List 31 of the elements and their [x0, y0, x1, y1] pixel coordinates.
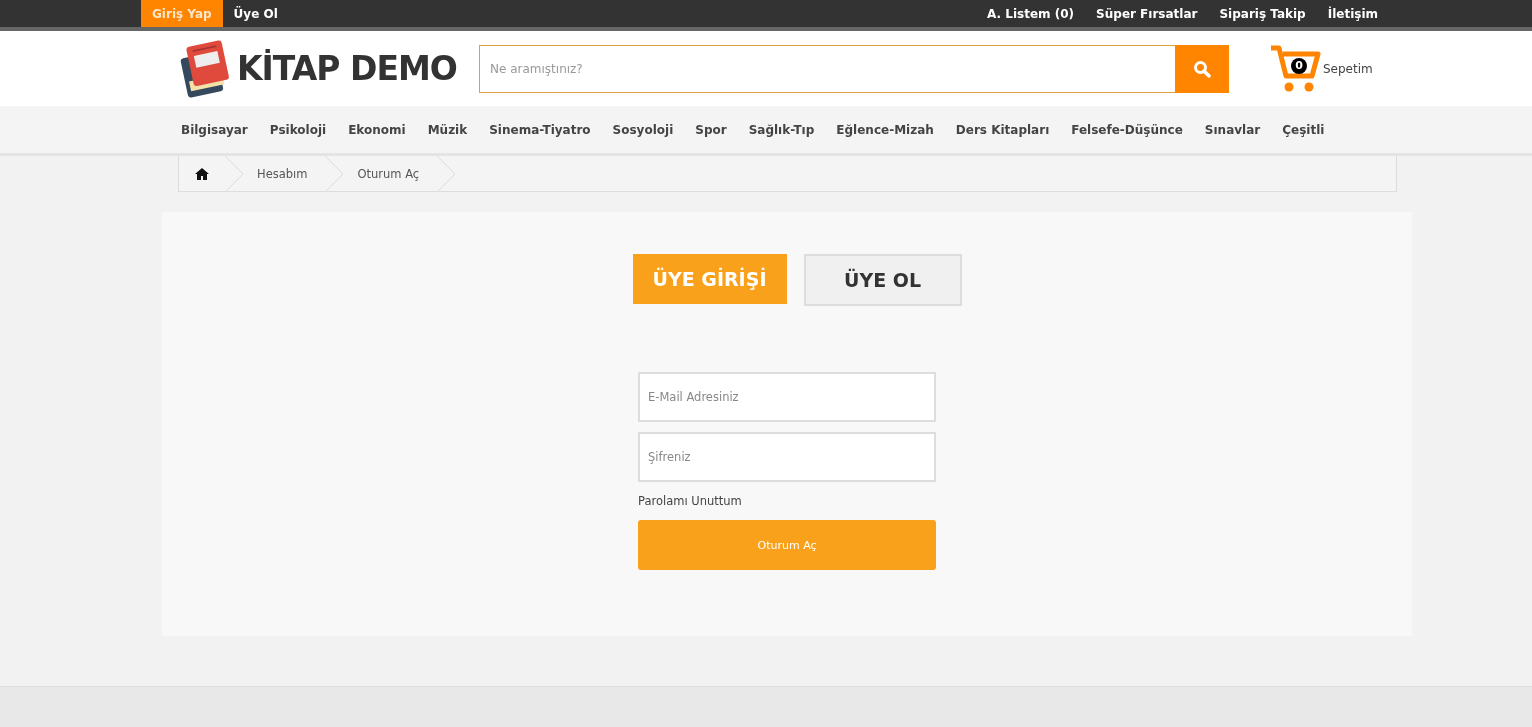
category-link[interactable]: Sağlık-Tıp [748, 122, 815, 137]
logo-text: KİTAP DEMO [237, 49, 457, 88]
category-link[interactable]: Spor [695, 122, 727, 137]
category-link[interactable]: Ekonomi [348, 122, 406, 137]
category-link[interactable]: Bilgisayar [181, 122, 248, 137]
category-link[interactable]: Sınavlar [1204, 122, 1261, 137]
search-field[interactable]: Ne aramıştınız? [479, 44, 1175, 93]
category-link[interactable]: Sosyoloji [612, 122, 674, 137]
password-field[interactable]: Şifreniz [638, 432, 936, 482]
cart-icon [1269, 43, 1321, 94]
top-link[interactable]: İletişim [1316, 0, 1389, 27]
breadcrumb-link[interactable]: Oturum Aç [325, 156, 438, 191]
category-link[interactable]: Psikoloji [269, 122, 327, 137]
breadcrumb-link[interactable]: Hesabım [225, 156, 326, 191]
top-link[interactable]: Süper Fırsatlar [1085, 0, 1209, 27]
forgot-password-link[interactable]: Parolamı Unuttum [638, 494, 936, 508]
form-tab[interactable]: ÜYE OL [803, 254, 962, 306]
email-field[interactable]: E-Mail Adresiniz [638, 372, 936, 422]
top-link[interactable]: Sipariş Takip [1208, 0, 1317, 27]
top-link[interactable]: Üye Ol [222, 0, 289, 27]
category-link[interactable]: Ders Kitapları [955, 122, 1050, 137]
cart-label[interactable]: Sepetim [1323, 61, 1373, 76]
category-link[interactable]: Çeşitli [1282, 122, 1325, 137]
home-icon [195, 167, 209, 180]
category-link[interactable]: Sinema-Tiyatro [489, 122, 591, 137]
category-link[interactable]: Müzik [427, 122, 468, 137]
top-link[interactable]: A. Listem (0) [976, 0, 1086, 27]
cart-count-badge: 0 [1291, 57, 1307, 74]
category-link[interactable]: Eğlence-Mizah [836, 122, 934, 137]
category-link[interactable]: Felsefe-Düşünce [1071, 122, 1183, 137]
search-icon [1193, 59, 1211, 78]
